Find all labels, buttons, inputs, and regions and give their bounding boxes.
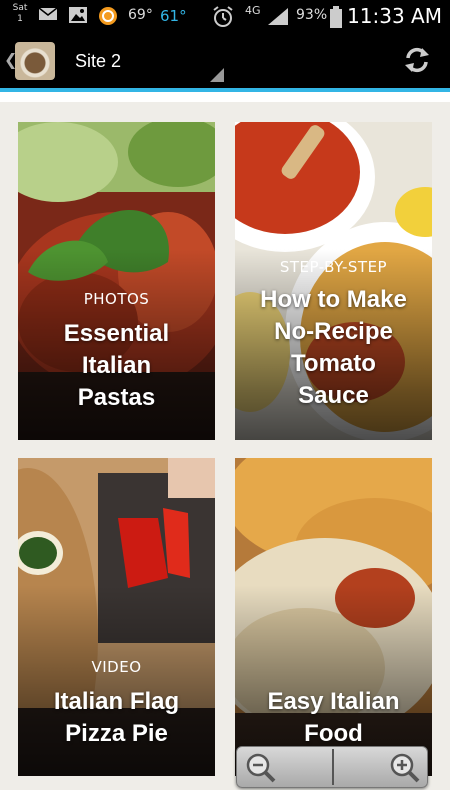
bottom-divider — [0, 790, 450, 800]
zoom-control — [236, 746, 428, 788]
card-title-line: Sauce — [298, 382, 369, 409]
card-category: PHOTOS — [83, 290, 150, 308]
network-type: 4G — [245, 4, 261, 17]
zoom-out-icon[interactable] — [245, 752, 277, 784]
battery-percent: 93% — [296, 7, 328, 23]
status-time: 11:33 AM — [347, 4, 442, 28]
card-title-line: Italian — [81, 352, 152, 379]
status-date-number: 1 — [17, 14, 23, 24]
dropdown-caret-icon[interactable] — [210, 68, 224, 82]
site-title[interactable]: Site 2 — [75, 51, 121, 72]
top-divider — [0, 92, 450, 102]
article-card[interactable]: PHOTOS Essential Italian Pastas — [18, 122, 215, 440]
article-card[interactable]: STEP-BY-STEP How to Make No-Recipe Tomat… — [235, 122, 432, 440]
alarm-icon — [213, 6, 233, 27]
signal-icon — [268, 8, 288, 25]
image-icon — [69, 7, 87, 23]
card-title-line: Pastas — [77, 384, 156, 411]
card-title-line: Easy Italian — [267, 688, 400, 715]
card-title-line: Essential — [63, 320, 170, 347]
app-logo[interactable] — [15, 42, 55, 80]
card-title-line: How to Make — [260, 286, 407, 313]
status-bar: Sat 1 69° 61° 4G 93% 11:33 AM — [0, 0, 450, 32]
article-card[interactable]: VIDEO Italian Flag Pizza Pie — [18, 458, 215, 776]
card-title-line: No-Recipe — [274, 318, 393, 345]
card-title: Essential Italian Pastas — [22, 318, 211, 414]
card-title: Italian Flag Pizza Pie — [22, 686, 211, 750]
battery-icon — [330, 6, 342, 28]
weather-temp: 69° — [128, 7, 153, 23]
article-card[interactable]: Easy Italian Food — [235, 458, 432, 776]
card-title-line: Italian Flag — [53, 688, 180, 715]
zoom-divider — [332, 749, 334, 785]
audio-app-icon — [99, 7, 117, 25]
action-bar: ❮ Site 2 — [0, 32, 450, 88]
status-day: Sat — [12, 3, 28, 13]
card-title-line: Tomato — [291, 350, 376, 377]
card-title-line: Pizza Pie — [65, 720, 168, 747]
card-title: Easy Italian Food — [239, 686, 428, 750]
mail-icon — [38, 7, 58, 20]
zoom-in-icon[interactable] — [389, 752, 421, 784]
card-category: STEP-BY-STEP — [279, 258, 388, 276]
weather-temp-low: 61° — [160, 7, 187, 25]
card-category: VIDEO — [91, 658, 142, 676]
status-date: Sat 1 — [10, 3, 30, 25]
refresh-icon[interactable] — [402, 45, 432, 75]
card-title: How to Make No-Recipe Tomato Sauce — [239, 284, 428, 412]
